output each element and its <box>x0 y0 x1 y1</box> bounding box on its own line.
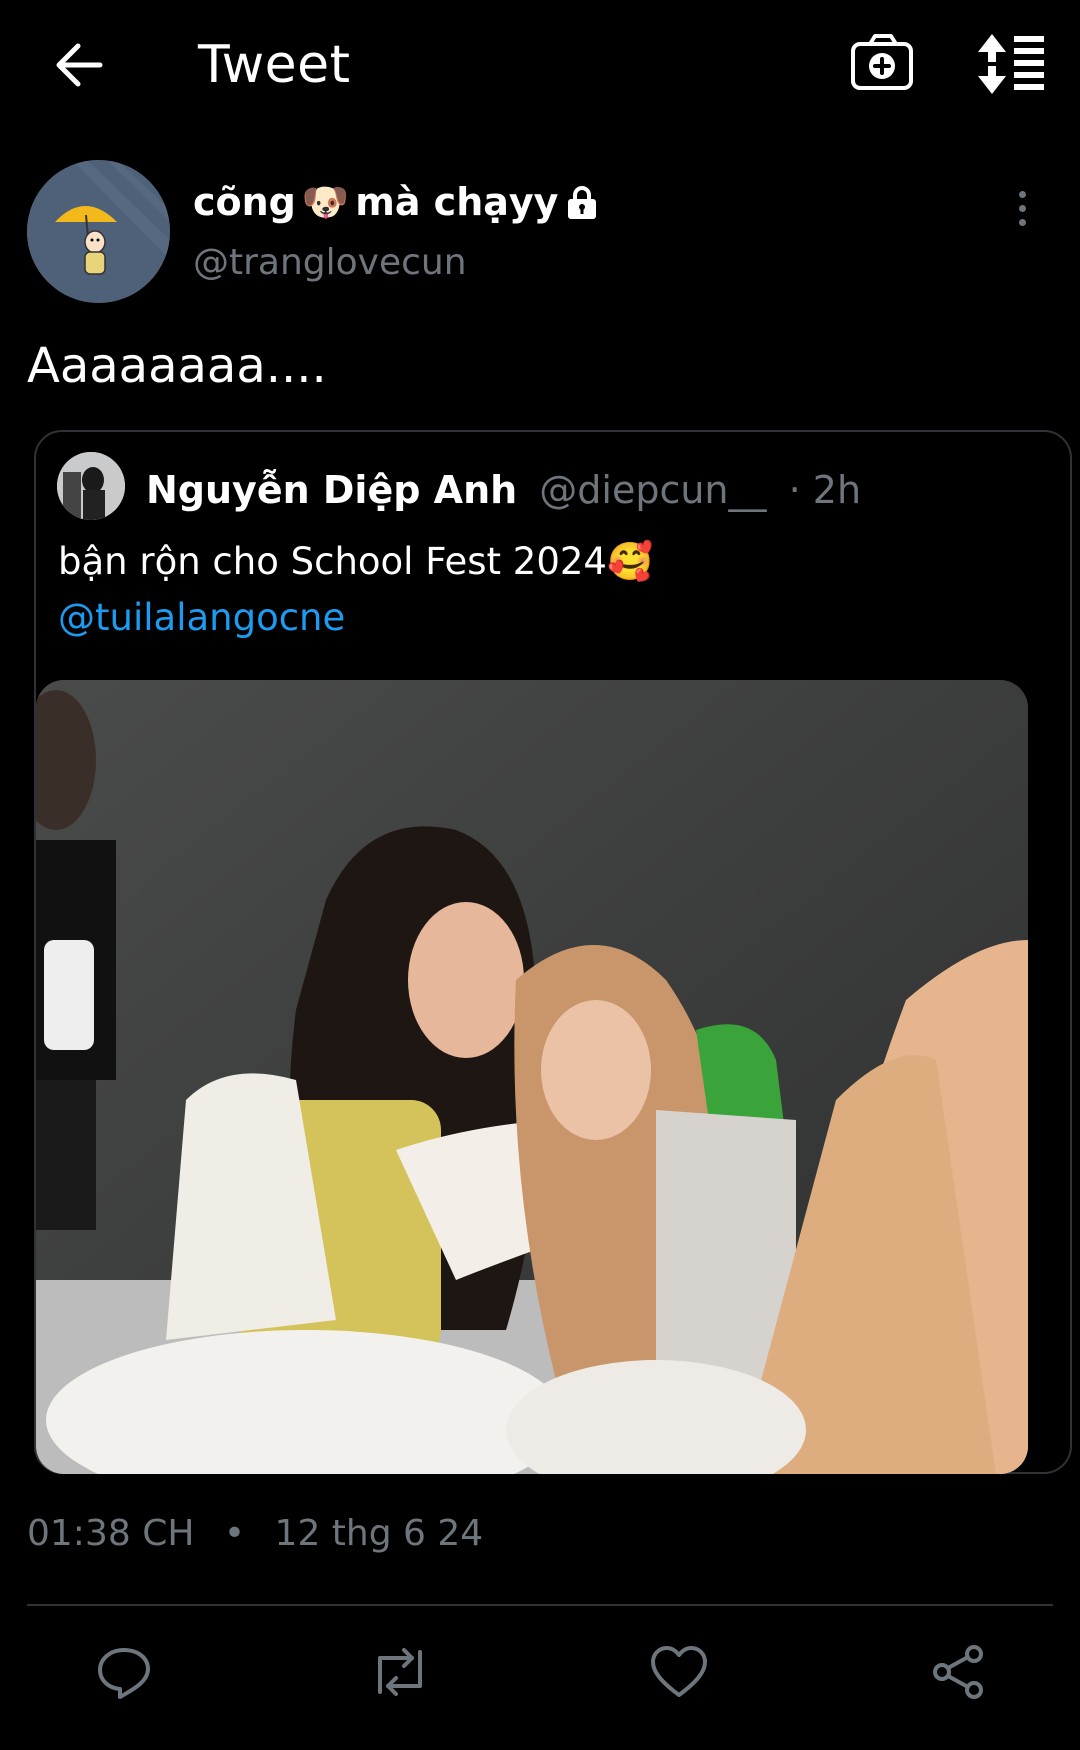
like-button[interactable] <box>647 1640 711 1704</box>
display-name[interactable]: cõng 🐶 mà chạyy <box>193 176 600 228</box>
date: 12 thg 6 24 <box>274 1513 484 1554</box>
handle[interactable]: @tranglovecun <box>193 238 467 288</box>
sort-button[interactable] <box>976 28 1048 100</box>
time: 01:38 CH <box>27 1513 195 1554</box>
more-dot-icon <box>1018 190 1026 198</box>
quoted-header: Nguyễn Diệp Anh @diepcun__ · 2h <box>146 464 861 516</box>
quoted-avatar <box>57 452 125 520</box>
separator: • <box>223 1513 246 1554</box>
quoted-mention-link[interactable]: @tuilalangocne <box>58 590 653 646</box>
lock-icon <box>568 186 597 219</box>
more-options-button[interactable] <box>1000 180 1044 236</box>
share-icon <box>933 1645 983 1699</box>
quoted-name: Nguyễn Diệp Anh <box>146 468 518 512</box>
reply-button[interactable] <box>92 1640 156 1704</box>
avatar[interactable] <box>27 160 170 303</box>
reply-icon <box>98 1648 150 1699</box>
quoted-handle: @diepcun__ <box>539 468 767 512</box>
photo-image <box>36 680 1028 1474</box>
camera-button[interactable] <box>848 28 918 98</box>
divider <box>27 1604 1053 1606</box>
quoted-text: bận rộn cho School Fest 2024🥰 <box>58 540 654 583</box>
quoted-photo[interactable] <box>36 680 1028 1474</box>
more-dot-icon <box>1018 204 1026 212</box>
dog-emoji: 🐶 <box>301 180 350 224</box>
quoted-time: · 2h <box>788 468 862 512</box>
sort-icon <box>978 34 1044 94</box>
retweet-button[interactable] <box>368 1640 432 1704</box>
back-button[interactable] <box>44 30 114 100</box>
tweet-text: Aaaaaaaa.... <box>27 338 327 394</box>
more-dot-icon <box>1018 218 1026 226</box>
arrow-left-icon <box>56 43 103 87</box>
share-button[interactable] <box>926 1640 990 1704</box>
timestamp: 01:38 CH • 12 thg 6 24 <box>27 1508 483 1560</box>
page-title: Tweet <box>198 35 351 95</box>
display-name-part-2: mà chạyy <box>355 180 559 224</box>
quoted-text-block: bận rộn cho School Fest 2024🥰 @tuilalang… <box>58 534 653 646</box>
camera-plus-icon <box>851 34 913 90</box>
retweet-icon <box>378 1648 422 1696</box>
like-icon <box>651 1646 707 1697</box>
quoted-avatar-image <box>57 452 125 520</box>
avatar-image <box>27 160 170 303</box>
display-name-part-1: cõng <box>193 180 296 224</box>
